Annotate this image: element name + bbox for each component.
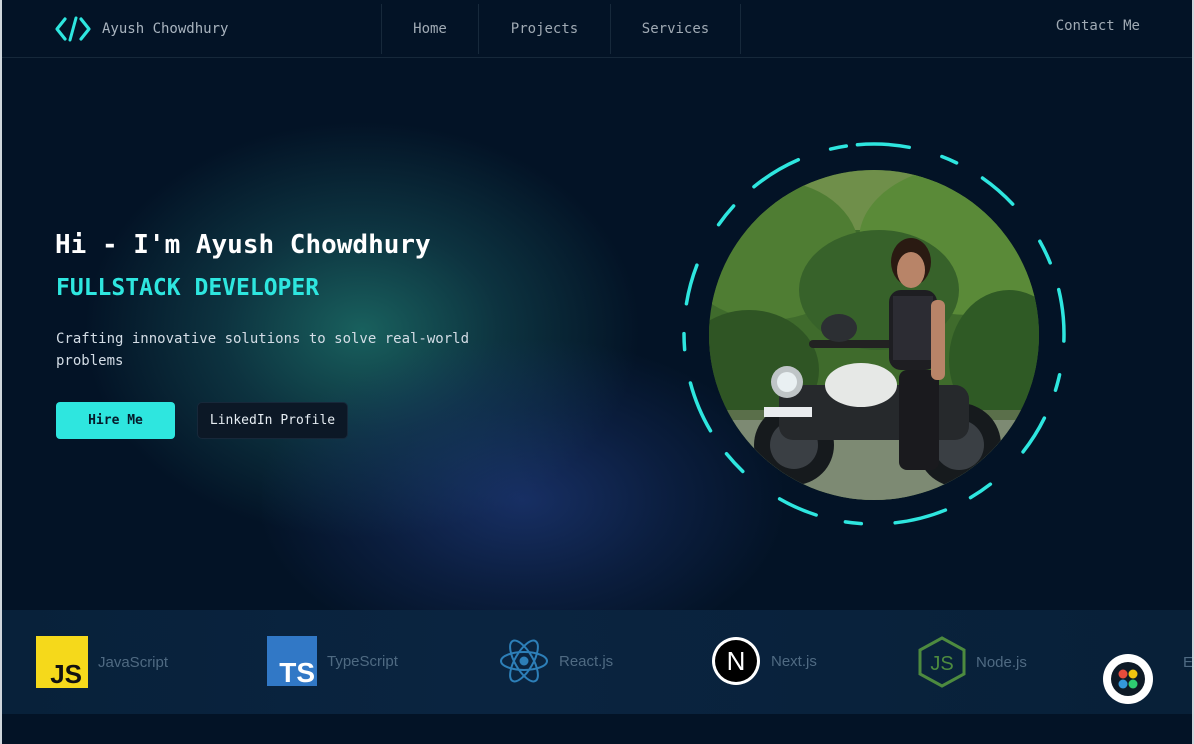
contact-me-link[interactable]: Contact Me: [1056, 18, 1140, 34]
linkedin-profile-button[interactable]: LinkedIn Profile: [197, 402, 348, 439]
skill-label: Node.js: [976, 653, 1027, 671]
page-frame: Ayush Chowdhury Home Projects Services C…: [0, 0, 1194, 744]
svg-text:TS: TS: [279, 657, 315, 686]
svg-text:JS: JS: [50, 659, 82, 688]
skill-label-cut: E: [1183, 654, 1194, 671]
brand[interactable]: Ayush Chowdhury: [54, 14, 228, 44]
svg-text:JS: JS: [930, 653, 953, 675]
nav-link-home[interactable]: Home: [381, 4, 478, 54]
svg-text:N: N: [727, 646, 746, 676]
hire-me-button[interactable]: Hire Me: [56, 402, 175, 439]
nextjs-logo-icon: N: [712, 637, 760, 685]
top-navbar: Ayush Chowdhury Home Projects Services C…: [2, 0, 1192, 58]
brand-name: Ayush Chowdhury: [102, 21, 229, 37]
skill-react: React.js: [499, 636, 613, 686]
profile-photo: [709, 170, 1039, 500]
skill-nodejs: JS Node.js: [918, 636, 1027, 688]
skill-label: JavaScript: [98, 653, 169, 671]
hero-description: Crafting innovative solutions to solve r…: [56, 331, 470, 369]
nav-links: Home Projects Services: [381, 4, 741, 54]
typescript-logo-icon: TS: [267, 636, 317, 686]
skill-label: Next.js: [771, 652, 817, 670]
javascript-logo-icon: JS: [36, 636, 88, 688]
floating-apps-button[interactable]: [1103, 654, 1153, 704]
skill-typescript: TS TypeScript: [267, 636, 398, 686]
nav-link-projects[interactable]: Projects: [478, 4, 610, 54]
react-logo-icon: [500, 639, 548, 683]
skill-label: React.js: [559, 652, 614, 670]
apps-grid-icon: [1111, 662, 1145, 696]
skill-label: TypeScript: [327, 652, 398, 670]
code-brackets-icon: [55, 16, 91, 42]
hero-title: Hi - I'm Ayush Chowdhury: [55, 230, 431, 260]
skill-nextjs: N Next.js: [711, 636, 817, 686]
nodejs-logo-icon: JS: [918, 636, 966, 688]
skill-javascript: JS JavaScript: [36, 636, 168, 688]
nav-link-services[interactable]: Services: [610, 4, 741, 54]
hero-role: FULLSTACK DEVELOPER: [56, 275, 320, 301]
